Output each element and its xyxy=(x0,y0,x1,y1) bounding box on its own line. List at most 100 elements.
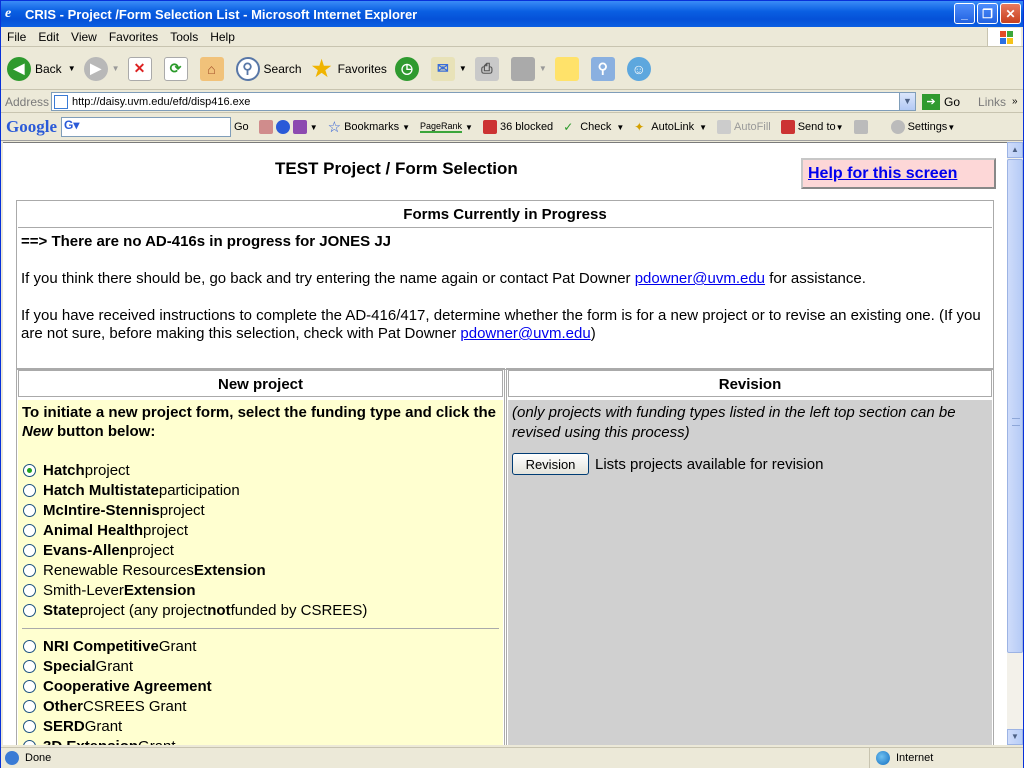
funding-radio[interactable] xyxy=(23,483,36,497)
funding-option[interactable]: Renewable Resources Extension xyxy=(22,560,499,580)
menu-tools[interactable]: Tools xyxy=(164,30,204,44)
history-button[interactable]: ◷ xyxy=(394,56,423,81)
search-button[interactable]: ⚲ Search xyxy=(235,56,302,81)
funding-option-text: project xyxy=(84,461,130,479)
minimize-button[interactable]: _ xyxy=(954,3,975,24)
bookmarks-button[interactable]: ☆ Bookmarks ▼ xyxy=(328,118,410,136)
google-search-input[interactable]: G▾ xyxy=(61,117,231,137)
address-dropdown-icon[interactable]: ▼ xyxy=(899,93,915,110)
status-bar: Done Internet xyxy=(1,747,1023,768)
back-arrow-icon: ◀ xyxy=(7,56,31,81)
funding-radio[interactable] xyxy=(23,679,36,693)
funding-option-text: Renewable Resources xyxy=(43,561,194,579)
funding-option[interactable]: Animal Health project xyxy=(22,520,499,540)
funding-option-text: Grant xyxy=(84,717,123,735)
mail-button[interactable]: ✉ ▼ xyxy=(430,56,467,81)
links-button[interactable]: Links xyxy=(978,95,1006,109)
go-arrow-icon: ➔ xyxy=(922,93,940,110)
funding-option[interactable]: SERD Grant xyxy=(22,716,499,736)
funding-option[interactable]: 3D Extension Grant xyxy=(22,736,499,745)
print-button[interactable]: ⎙ xyxy=(474,56,503,81)
funding-option-text: project xyxy=(143,521,189,539)
funding-option[interactable]: Smith-Lever Extension xyxy=(22,580,499,600)
forward-button[interactable]: ▶ ▼ xyxy=(83,56,120,81)
funding-radio[interactable] xyxy=(23,639,36,653)
spellcheck-button[interactable]: ✓ Check ▼ xyxy=(563,120,624,134)
mail-icon: ✉ xyxy=(430,56,455,81)
google-tools-button[interactable]: ▼ xyxy=(258,120,318,134)
messenger-button[interactable]: ☺ xyxy=(626,56,655,81)
funding-radio[interactable] xyxy=(23,463,36,477)
funding-option[interactable]: Cooperative Agreement xyxy=(22,676,499,696)
restore-button[interactable]: ❐ xyxy=(977,3,998,24)
funding-option-text: project (any project xyxy=(79,601,208,619)
help-link[interactable]: Help for this screen xyxy=(808,165,957,183)
history-icon: ◷ xyxy=(394,56,419,81)
refresh-button[interactable]: ⟳ xyxy=(163,56,192,81)
close-button[interactable]: ✕ xyxy=(1000,3,1021,24)
funding-radio[interactable] xyxy=(23,739,36,745)
sendto-button[interactable]: Send to ▼ xyxy=(780,120,844,134)
scroll-down-icon[interactable]: ▼ xyxy=(1007,729,1023,745)
funding-radio[interactable] xyxy=(23,563,36,577)
vertical-scrollbar[interactable]: ▲ ▼ xyxy=(1007,142,1023,745)
instructions-email-link[interactable]: pdowner@uvm.edu xyxy=(460,325,590,342)
revision-button[interactable]: Revision xyxy=(512,453,589,475)
revision-header: Revision xyxy=(508,370,992,397)
funding-radio[interactable] xyxy=(23,659,36,673)
google-go-button[interactable]: Go xyxy=(234,121,249,133)
instructions-paragraph: If you have received instructions to com… xyxy=(21,307,981,342)
funding-radio[interactable] xyxy=(23,699,36,713)
funding-option[interactable]: Special Grant xyxy=(22,656,499,676)
sendto-dropdown-icon: ▼ xyxy=(835,122,844,132)
discuss-button[interactable] xyxy=(554,56,583,81)
home-button[interactable]: ⌂ xyxy=(199,56,228,81)
google-logo: Google xyxy=(6,117,57,136)
highlighter-icon xyxy=(853,120,868,134)
funding-option[interactable]: State project (any project not funded by… xyxy=(22,600,499,620)
funding-option-text: Hatch Multistate xyxy=(43,481,159,499)
funding-radio[interactable] xyxy=(23,503,36,517)
autofill-button[interactable]: AutoFill xyxy=(717,120,771,134)
contact-email-link[interactable]: pdowner@uvm.edu xyxy=(635,270,765,287)
funding-option-text: McIntire-Stennis xyxy=(43,501,160,519)
stop-button[interactable]: ✕ xyxy=(127,56,156,81)
menu-edit[interactable]: Edit xyxy=(32,30,65,44)
highlight-button[interactable] xyxy=(853,120,871,134)
funding-radio[interactable] xyxy=(23,603,36,617)
funding-option[interactable]: McIntire-Stennis project xyxy=(22,500,499,520)
chevron-right-icon[interactable]: » xyxy=(1012,96,1018,107)
edit-button[interactable]: ▼ xyxy=(510,56,547,81)
popup-blocker-icon xyxy=(482,120,497,134)
scroll-up-icon[interactable]: ▲ xyxy=(1007,142,1023,158)
scroll-thumb[interactable] xyxy=(1007,159,1023,653)
research-button[interactable]: ⚲ xyxy=(590,56,619,81)
funding-radio[interactable] xyxy=(23,719,36,733)
back-dropdown-icon[interactable]: ▼ xyxy=(68,64,76,73)
title-bar: e CRIS - Project /Form Selection List - … xyxy=(1,1,1023,27)
popup-blocked-button[interactable]: 36 blocked xyxy=(482,120,553,134)
funding-option[interactable]: Hatch Multistate participation xyxy=(22,480,499,500)
funding-option[interactable]: NRI Competitive Grant xyxy=(22,636,499,656)
funding-option[interactable]: Hatch project xyxy=(22,460,499,480)
funding-option-text: Smith-Lever xyxy=(43,581,124,599)
menu-favorites[interactable]: Favorites xyxy=(103,30,164,44)
back-button[interactable]: ◀ Back ▼ xyxy=(7,56,76,81)
funding-radio[interactable] xyxy=(23,523,36,537)
funding-option[interactable]: Other CSREES Grant xyxy=(22,696,499,716)
autolink-button[interactable]: ✦ AutoLink ▼ xyxy=(634,120,707,134)
favorites-button[interactable]: ★ Favorites xyxy=(310,55,387,81)
star-icon: ★ xyxy=(311,55,332,81)
funding-option[interactable]: Evans-Allen project xyxy=(22,540,499,560)
menu-view[interactable]: View xyxy=(65,30,103,44)
menu-help[interactable]: Help xyxy=(204,30,241,44)
go-button[interactable]: ➔ Go xyxy=(922,93,960,110)
address-input[interactable]: http://daisy.uvm.edu/efd/disp416.exe ▼ xyxy=(51,92,916,111)
menu-file[interactable]: File xyxy=(1,30,32,44)
revision-note: (only projects with funding types listed… xyxy=(512,404,956,441)
autolink-dropdown-icon: ▼ xyxy=(699,122,708,132)
funding-radio[interactable] xyxy=(23,543,36,557)
funding-radio[interactable] xyxy=(23,583,36,597)
pagerank-button[interactable]: PageRank ▼ xyxy=(420,121,473,133)
settings-button[interactable]: Settings ▼ xyxy=(890,120,955,134)
